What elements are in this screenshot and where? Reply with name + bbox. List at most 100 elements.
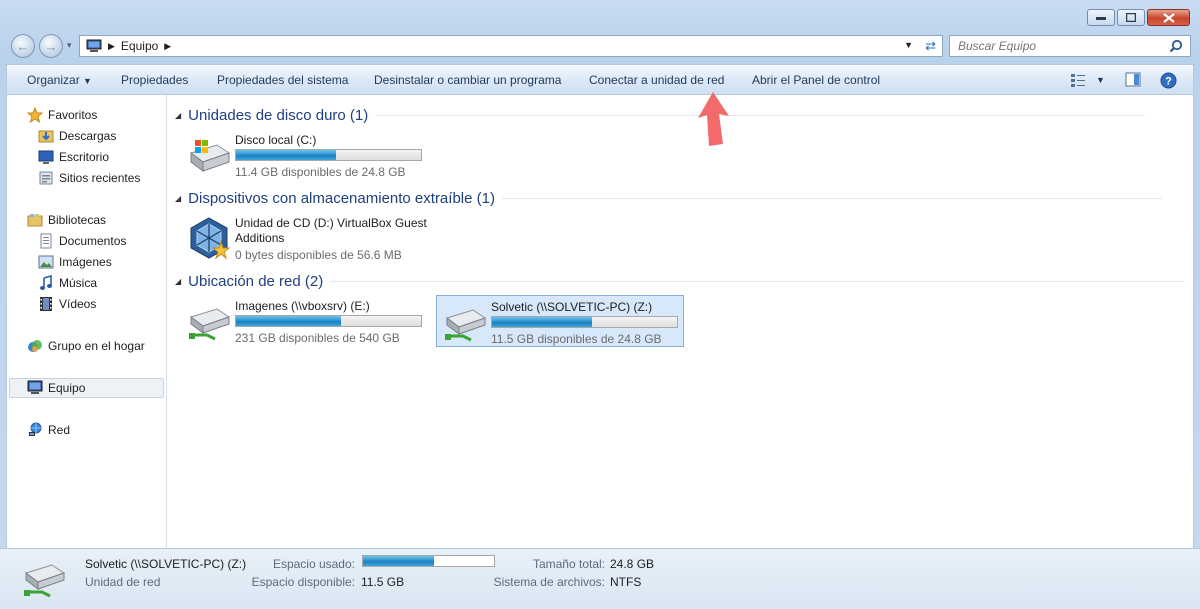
network-drive-icon [189,308,231,341]
breadcrumb-equipo[interactable]: Equipo [121,39,158,53]
sidebar-item-recent[interactable]: Sitios recientes [38,170,140,186]
sidebar-item-videos[interactable]: Vídeos [38,296,96,312]
sidebar-item-computer[interactable]: Equipo [27,380,85,396]
sidebar-label: Descargas [59,129,117,143]
views-icon[interactable] [1070,72,1086,88]
sidebar-item-libraries[interactable]: Bibliotecas [27,212,106,228]
organize-label: Organizar [27,73,80,87]
hard-drive-icon [189,140,231,172]
network-drive-icon [445,309,487,342]
details-drive-name: Solvetic (\\SOLVETIC-PC) (Z:) [85,557,247,571]
sidebar-label: Imágenes [59,255,112,269]
minimize-button[interactable] [1087,9,1115,26]
sidebar-label: Escritorio [59,150,110,164]
drive-item-c[interactable]: Disco local (C:) 11.4 GB disponibles de … [181,129,429,181]
preview-pane-icon[interactable] [1125,72,1141,88]
computer-icon [86,39,102,52]
sidebar-label: Documentos [59,234,127,248]
group-header-network[interactable]: ◢ Ubicación de red (2) [175,273,1186,290]
details-used-label: Espacio usado: [272,557,355,571]
sidebar-label: Red [48,423,71,437]
search-input[interactable] [958,39,1158,53]
documents-icon [40,233,52,249]
sidebar-item-desktop[interactable]: Escritorio [38,149,109,165]
close-button[interactable] [1147,9,1190,26]
drive-name: Imagenes (\\vboxsrv) (E:) [235,299,370,313]
details-free-label: Espacio disponible: [251,575,355,589]
open-control-panel-button[interactable]: Abrir el Panel de control [752,73,880,87]
search-icon[interactable] [1169,39,1183,53]
search-box[interactable] [949,35,1191,57]
drive-item-z[interactable]: Solvetic (\\SOLVETIC-PC) (Z:) 11.5 GB di… [436,295,684,347]
drive-free-space: 11.4 GB disponibles de 24.8 GB [235,165,406,179]
drive-free-space: 231 GB disponibles de 540 GB [235,331,400,345]
breadcrumb: ▶ Equipo ▶ [86,39,171,53]
sidebar-item-images[interactable]: Imágenes [38,254,112,270]
sidebar-item-favorites[interactable]: Favoritos [27,107,97,123]
sidebar-item-network[interactable]: Red [27,422,70,438]
close-icon [1162,12,1175,23]
content-pane: ◢ Unidades de disco duro (1) Disco local… [167,95,1194,548]
desktop-icon [38,150,54,164]
drive-usage-bar [235,149,422,161]
drive-usage-fill [236,316,342,326]
back-button[interactable]: ← [11,34,35,58]
collapse-triangle-icon[interactable]: ◢ [175,111,181,120]
views-dropdown-icon[interactable]: ▼ [1096,75,1105,85]
details-free-value: 11.5 GB [361,575,405,589]
organize-dropdown-icon: ▼ [83,76,92,86]
collapse-triangle-icon[interactable]: ◢ [175,277,181,286]
forward-button[interactable]: → [39,34,63,58]
sidebar-label: Bibliotecas [48,213,107,227]
address-bar[interactable]: ▶ Equipo ▶ ▼ ⇄ [79,35,943,57]
details-usage-bar [362,555,495,567]
drive-name-line1: Unidad de CD (D:) VirtualBox Guest [235,216,427,230]
group-divider [330,281,1186,282]
explorer-window: ← → ▾ ▶ Equipo ▶ ▼ ⇄ Organizar ▼ Propied… [0,0,1200,609]
map-network-drive-button[interactable]: Conectar a unidad de red [589,73,724,87]
group-header-hdd[interactable]: ◢ Unidades de disco duro (1) [175,107,1146,124]
drive-usage-fill [236,150,336,160]
details-fs-label: Sistema de archivos: [493,575,605,589]
caption-buttons [1087,9,1190,26]
group-title: Unidades de disco duro (1) [188,107,369,124]
properties-button[interactable]: Propiedades [121,73,188,87]
drive-item-e[interactable]: Imagenes (\\vboxsrv) (E:) 231 GB disponi… [181,295,429,347]
refresh-icon[interactable]: ⇄ [925,38,936,54]
drive-name: Unidad de CD (D:) VirtualBox Guest Additi… [235,216,427,246]
forward-arrow-icon: → [44,38,58,54]
breadcrumb-chevron-icon[interactable]: ▶ [164,41,171,52]
group-title: Ubicación de red (2) [188,273,324,290]
minimize-icon [1096,16,1106,20]
recent-pages-dropdown[interactable]: ▾ [67,40,72,51]
drive-free-space: 11.5 GB disponibles de 24.8 GB [491,332,662,346]
recent-places-icon [39,171,53,185]
collapse-triangle-icon[interactable]: ◢ [175,194,181,203]
organize-button[interactable]: Organizar ▼ [27,73,92,87]
drive-item-d[interactable]: Unidad de CD (D:) VirtualBox Guest Additi… [181,212,429,268]
annotation-arrow-icon [698,92,729,146]
sidebar-label: Vídeos [59,297,97,311]
videos-icon [40,297,52,311]
address-dropdown-icon[interactable]: ▼ [904,40,913,50]
back-arrow-icon: ← [16,38,30,54]
breadcrumb-separator-icon: ▶ [108,40,115,51]
sidebar-item-documents[interactable]: Documentos [38,233,126,249]
system-properties-button[interactable]: Propiedades del sistema [217,73,348,87]
details-fs-value: NTFS [610,575,642,589]
star-icon [27,107,43,123]
downloads-folder-icon [38,130,54,143]
virtualbox-cd-icon [190,217,231,260]
sidebar-label: Música [59,276,98,290]
sidebar-label: Favoritos [48,108,98,122]
uninstall-program-button[interactable]: Desinstalar o cambiar un programa [374,73,561,87]
drive-free-space: 0 bytes disponibles de 56.6 MB [235,248,402,262]
sidebar-item-homegroup[interactable]: Grupo en el hogar [27,338,145,354]
sidebar-item-downloads[interactable]: Descargas [38,128,116,144]
help-icon[interactable]: ? [1160,72,1177,89]
group-divider [375,115,1146,116]
maximize-button[interactable] [1117,9,1145,26]
group-header-removable[interactable]: ◢ Dispositivos con almacenamiento extraí… [175,190,1162,207]
computer-icon [27,380,43,394]
sidebar-item-music[interactable]: Música [38,275,97,291]
